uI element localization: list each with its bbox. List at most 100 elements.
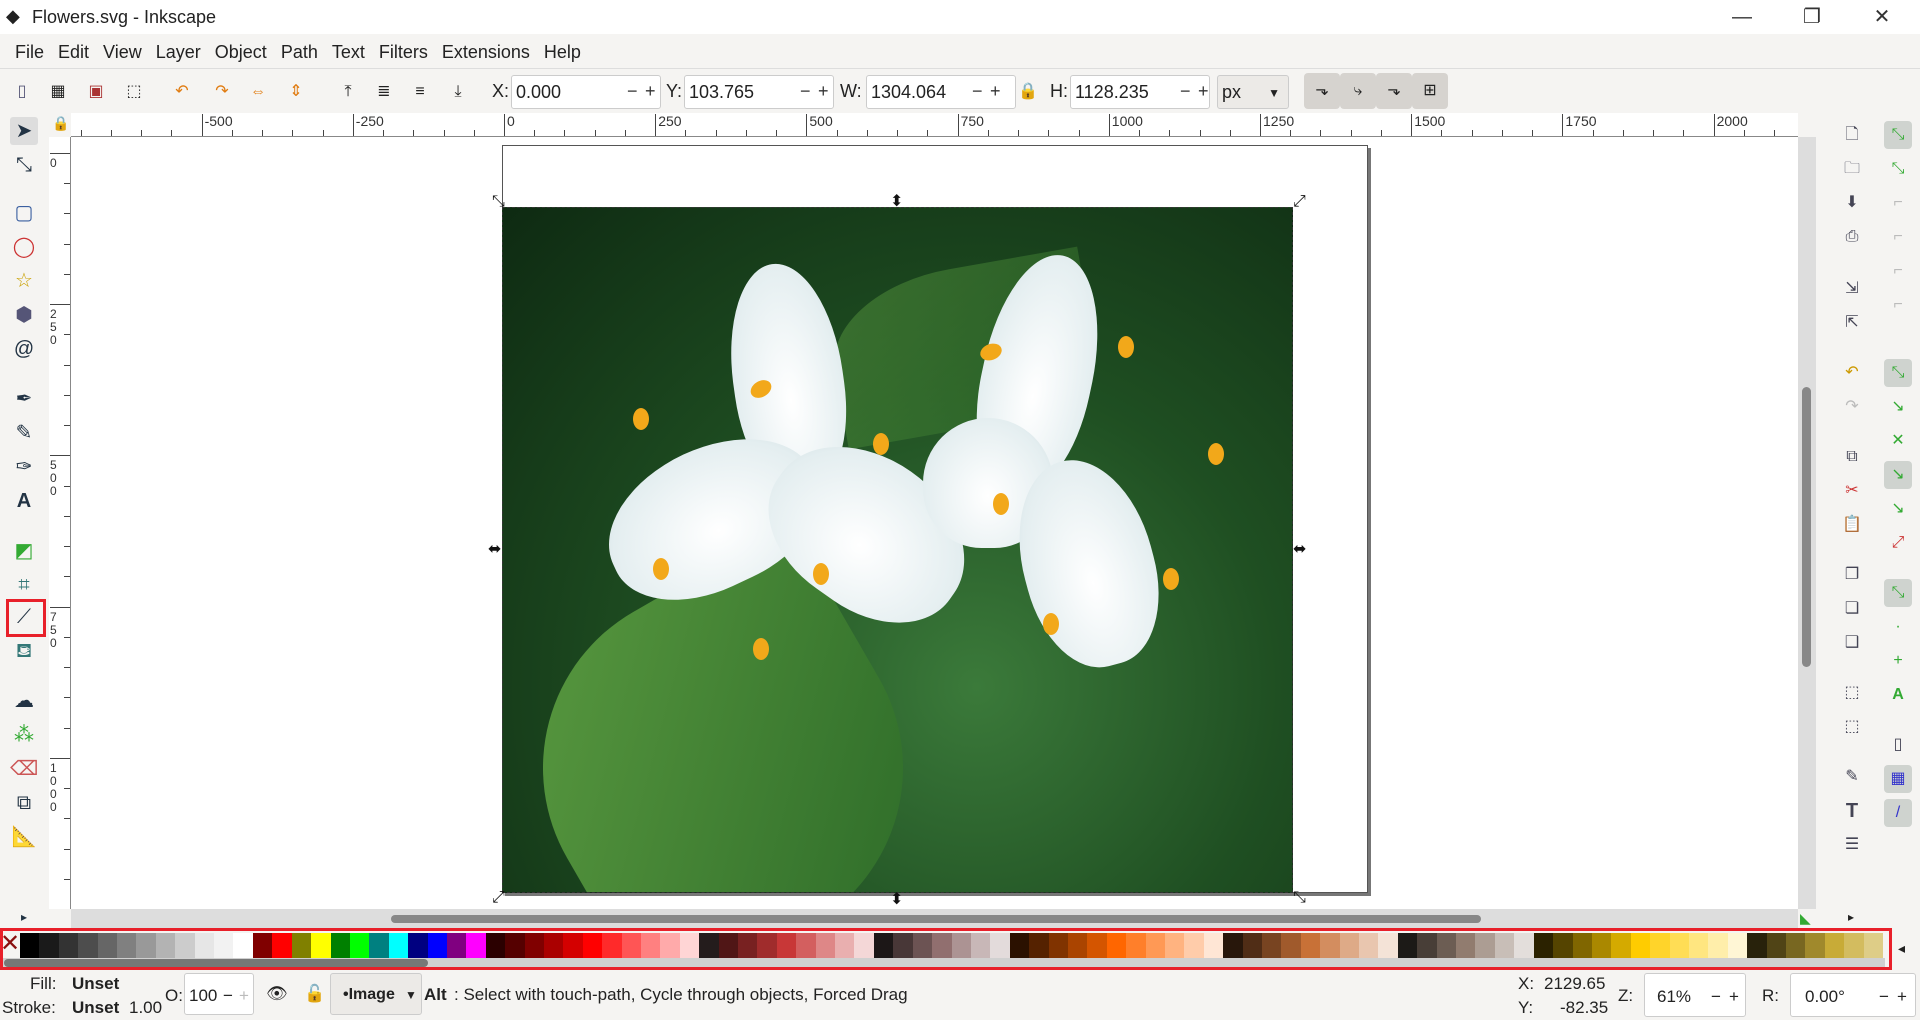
select-all-icon[interactable]: ▯ xyxy=(10,80,34,104)
h-increment[interactable]: + xyxy=(1198,81,1209,102)
menu-edit[interactable]: Edit xyxy=(51,34,96,68)
scale-handle-w[interactable]: ⬌ xyxy=(488,539,501,559)
ellipse-tool-icon[interactable]: ◯ xyxy=(10,233,38,261)
undo-icon[interactable]: ↶ xyxy=(1838,359,1866,387)
lower-icon[interactable]: ≡ xyxy=(408,80,432,104)
duplicate-icon[interactable]: ❐ xyxy=(1838,561,1866,589)
snap-grid-icon[interactable]: ▦ xyxy=(1884,765,1912,793)
snap-page-icon[interactable]: ▯ xyxy=(1884,731,1912,759)
snap-smooth-icon[interactable]: ↘ xyxy=(1884,495,1912,523)
snap-bbox-icon[interactable]: ⤡ xyxy=(1884,155,1912,183)
scale-handle-se[interactable]: ⤡ xyxy=(1293,889,1306,907)
deselect-icon[interactable]: ▣ xyxy=(84,80,108,104)
layer-lock-icon[interactable]: 🔓 xyxy=(304,984,325,1004)
text-tool-icon[interactable]: A xyxy=(10,487,38,515)
scale-handle-e[interactable]: ⬌ xyxy=(1293,539,1306,559)
snap-midpoint-icon[interactable]: ⤢ xyxy=(1884,529,1912,557)
layer-select[interactable]: •Image ▼ xyxy=(330,973,422,1015)
measure-tool-icon[interactable]: 📐 xyxy=(10,823,38,851)
transform-gradients-button[interactable]: ⬎ xyxy=(1376,73,1412,109)
close-button[interactable]: ✕ xyxy=(1854,2,1910,32)
pen-tool-icon[interactable]: ✒ xyxy=(10,385,38,413)
scale-stroke-button[interactable]: ⬎ xyxy=(1304,73,1340,109)
menu-path[interactable]: Path xyxy=(274,34,325,68)
select-all-layers-icon[interactable]: ▦ xyxy=(46,80,70,104)
scale-handle-n[interactable]: ⬍ xyxy=(890,191,903,211)
snap-rotation-center-icon[interactable]: + xyxy=(1884,647,1912,675)
menu-view[interactable]: View xyxy=(96,34,149,68)
raise-to-top-icon[interactable]: ⤒ xyxy=(336,80,360,104)
unit-select[interactable]: px▼ xyxy=(1217,75,1289,109)
group-icon[interactable]: ⬚ xyxy=(1838,679,1866,707)
save-icon[interactable]: ⬇ xyxy=(1838,189,1866,217)
snap-bbox-corner-icon[interactable]: ⌐ xyxy=(1884,223,1912,251)
snap-paths-icon[interactable]: ↘ xyxy=(1884,393,1912,421)
spiral-tool-icon[interactable]: @ xyxy=(10,335,38,363)
clone-icon[interactable]: ❏ xyxy=(1838,595,1866,623)
selector-tool-icon[interactable]: ➤ xyxy=(10,117,38,145)
ungroup-icon[interactable]: ⬚ xyxy=(1838,713,1866,741)
vertical-scroll-thumb[interactable] xyxy=(1802,387,1811,667)
snap-nodes-icon[interactable]: ⤡ xyxy=(1884,359,1912,387)
zoom-in-button[interactable]: + xyxy=(1729,987,1739,1007)
scale-handle-ne[interactable]: ⤢ xyxy=(1293,193,1306,211)
y-increment[interactable]: + xyxy=(818,81,829,102)
y-input[interactable]: 103.765 xyxy=(684,75,834,109)
x-increment[interactable]: + xyxy=(645,81,656,102)
flip-horizontal-icon[interactable]: ⇔ xyxy=(246,80,270,104)
mesh-tool-icon[interactable]: ⌗ xyxy=(10,571,38,599)
horizontal-scrollbar[interactable] xyxy=(71,909,1798,928)
menu-extensions[interactable]: Extensions xyxy=(435,34,537,68)
menu-text[interactable]: Text xyxy=(325,34,372,68)
canvas[interactable]: ⤡ ⬍ ⤢ ⬌ ⬌ ⤢ ⬍ ⤡ xyxy=(71,137,1798,909)
calligraphy-tool-icon[interactable]: ✑ xyxy=(10,453,38,481)
snap-others-icon[interactable]: ⤡ xyxy=(1884,579,1912,607)
new-document-icon[interactable]: 🗋 xyxy=(1838,121,1866,149)
eraser-tool-icon[interactable]: ⌫ xyxy=(10,755,38,783)
fill-stroke-icon[interactable]: ✎ xyxy=(1838,763,1866,791)
transform-patterns-button[interactable]: ⊞ xyxy=(1412,73,1448,109)
restore-button[interactable]: ❐ xyxy=(1784,2,1840,32)
menu-help[interactable]: Help xyxy=(537,34,588,68)
snap-bbox-edge-icon[interactable]: ⌐ xyxy=(1884,189,1912,217)
expand-toolbox-icon[interactable]: ▸ xyxy=(10,903,38,931)
x-decrement[interactable]: − xyxy=(627,81,638,102)
unlink-clone-icon[interactable]: ❑ xyxy=(1838,629,1866,657)
x-input[interactable]: 0.000 xyxy=(511,75,661,109)
snap-bbox-midpoint-icon[interactable]: ⌐ xyxy=(1884,257,1912,285)
snap-cusp-icon[interactable]: ↘ xyxy=(1884,461,1912,489)
rotate-ccw-button[interactable]: − xyxy=(1879,987,1889,1007)
opacity-input[interactable]: 100 − + xyxy=(184,973,254,1015)
snap-intersections-icon[interactable]: ✕ xyxy=(1884,427,1912,455)
spray-tool-icon[interactable]: ⁂ xyxy=(10,721,38,749)
text-font-icon[interactable]: T xyxy=(1838,797,1866,825)
menu-filters[interactable]: Filters xyxy=(372,34,435,68)
zoom-input[interactable]: 61% − + xyxy=(1644,973,1746,1017)
paint-bucket-tool-icon[interactable]: ⛾ xyxy=(10,637,38,665)
palette-menu-icon[interactable]: ◂ xyxy=(1898,940,1905,957)
tweak-tool-icon[interactable]: ☁ xyxy=(10,687,38,715)
snap-bbox-center-icon[interactable]: ⌐ xyxy=(1884,291,1912,319)
opacity-increment[interactable]: + xyxy=(239,986,249,1006)
snap-toggle-icon[interactable]: ⤡ xyxy=(1884,121,1912,149)
scale-corners-button[interactable]: ⤷ xyxy=(1340,73,1376,109)
cut-icon[interactable]: ✂ xyxy=(1838,477,1866,505)
menu-file[interactable]: File xyxy=(8,34,51,68)
rectangle-tool-icon[interactable]: ▢ xyxy=(10,199,38,227)
export-icon[interactable]: ⇱ xyxy=(1838,309,1866,337)
layer-visibility-icon[interactable]: 👁 xyxy=(266,984,288,1004)
paste-icon[interactable]: 📋 xyxy=(1838,511,1866,539)
scroll-right-icon[interactable]: ▸ xyxy=(1848,910,1854,924)
select-same-icon[interactable]: ⬚ xyxy=(122,80,146,104)
horizontal-scroll-thumb[interactable] xyxy=(391,915,1481,923)
lock-ratio-icon[interactable]: 🔒 xyxy=(1016,80,1040,104)
layers-icon[interactable]: ☰ xyxy=(1838,831,1866,859)
copy-icon[interactable]: ⧉ xyxy=(1838,443,1866,471)
y-decrement[interactable]: − xyxy=(800,81,811,102)
menu-layer[interactable]: Layer xyxy=(149,34,208,68)
redo-icon[interactable]: ↷ xyxy=(1838,393,1866,421)
vertical-scrollbar[interactable] xyxy=(1798,137,1816,909)
snap-center-icon[interactable]: · xyxy=(1884,613,1912,641)
raise-icon[interactable]: ≣ xyxy=(372,80,396,104)
open-icon[interactable]: 🗀 xyxy=(1838,155,1866,183)
